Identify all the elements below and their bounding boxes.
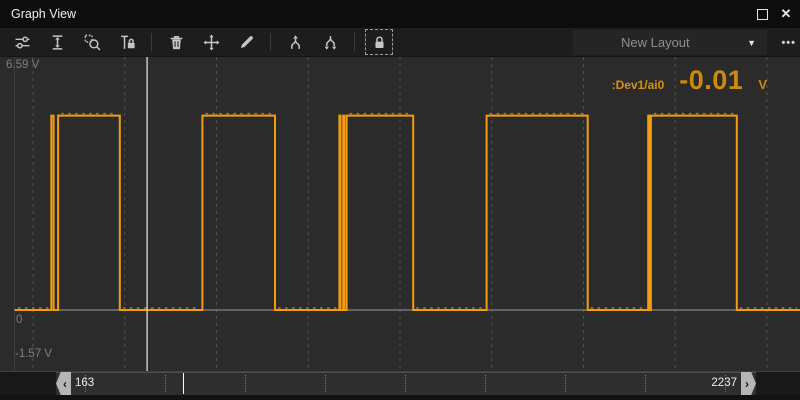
- scrollbar-tick: [325, 375, 326, 392]
- layout-selector-label: New Layout: [621, 35, 690, 50]
- plot-area[interactable]: 6.59 V 0 -1.57 V :Dev1/ai0 -0.01 V: [0, 57, 800, 371]
- zoom-region-button[interactable]: [78, 29, 106, 55]
- y-max-label: 6.59 V: [6, 59, 39, 71]
- scrollbar-tick: [405, 375, 406, 392]
- scrollbar-tick: [165, 375, 166, 392]
- zoom-region-icon: [84, 34, 101, 51]
- window-title: Graph View: [11, 0, 76, 28]
- edit-button[interactable]: [232, 29, 260, 55]
- window-bottom-edge: [0, 395, 800, 400]
- y-zero-label: 0: [16, 314, 22, 326]
- trash-icon: [168, 34, 185, 51]
- layout-selector[interactable]: New Layout ▼: [573, 30, 767, 55]
- autoscale-y-icon: [49, 34, 66, 51]
- pan-icon: [203, 34, 220, 51]
- y-min-label: -1.57 V: [15, 348, 52, 360]
- close-icon: ✕: [781, 6, 792, 22]
- overview-scrollbar[interactable]: ‹ › 163 2237: [0, 371, 800, 395]
- pencil-icon: [238, 34, 255, 51]
- scrollbar-tick: [565, 375, 566, 392]
- more-options-button[interactable]: •••: [781, 30, 796, 55]
- signal-trace: [15, 116, 800, 310]
- toolbar-separator: [354, 33, 355, 51]
- lock-layout-button[interactable]: [365, 29, 393, 55]
- legend[interactable]: :Dev1/ai0 -0.01 V: [612, 65, 767, 96]
- scrollbar-thumb[interactable]: [56, 372, 756, 395]
- close-button[interactable]: ✕: [774, 0, 798, 28]
- sliders-icon: [14, 34, 31, 51]
- scrollbar-tick: [485, 375, 486, 392]
- maximize-button[interactable]: [750, 0, 774, 28]
- legend-channel-name[interactable]: :Dev1/ai0: [612, 78, 665, 92]
- merge-plots-icon: [287, 34, 304, 51]
- titlebar: Graph View ✕: [0, 0, 800, 28]
- sliders-button[interactable]: [8, 29, 36, 55]
- cursor-value-unit: V: [758, 77, 767, 92]
- pan-button[interactable]: [197, 29, 225, 55]
- autoscale-y-button[interactable]: [43, 29, 71, 55]
- waveform-canvas[interactable]: [0, 57, 800, 371]
- cursor-lock-button[interactable]: [113, 29, 141, 55]
- toolbar-separator: [151, 33, 152, 51]
- trace-noise: [18, 114, 797, 308]
- gridlines: [33, 57, 767, 371]
- scrollbar-position-indicator: [183, 373, 184, 394]
- split-plots-icon: [322, 34, 339, 51]
- scrollbar-tick: [245, 375, 246, 392]
- chevron-down-icon: ▼: [747, 38, 756, 48]
- lock-icon: [371, 34, 388, 51]
- ellipsis-icon: •••: [781, 37, 796, 49]
- split-plots-button[interactable]: [316, 29, 344, 55]
- scrollbar-tick: [645, 375, 646, 392]
- toolbar: New Layout ▼ •••: [0, 28, 800, 57]
- scrollbar-start-value: 163: [75, 372, 94, 395]
- cursor-lock-icon: [119, 34, 136, 51]
- cursor-value-readout: -0.01: [679, 65, 743, 96]
- toolbar-separator: [270, 33, 271, 51]
- scrollbar-end-value: 2237: [711, 372, 737, 395]
- merge-plots-button[interactable]: [281, 29, 309, 55]
- graph-view-window: Graph View ✕: [0, 0, 800, 400]
- delete-button[interactable]: [162, 29, 190, 55]
- maximize-icon: [757, 9, 768, 20]
